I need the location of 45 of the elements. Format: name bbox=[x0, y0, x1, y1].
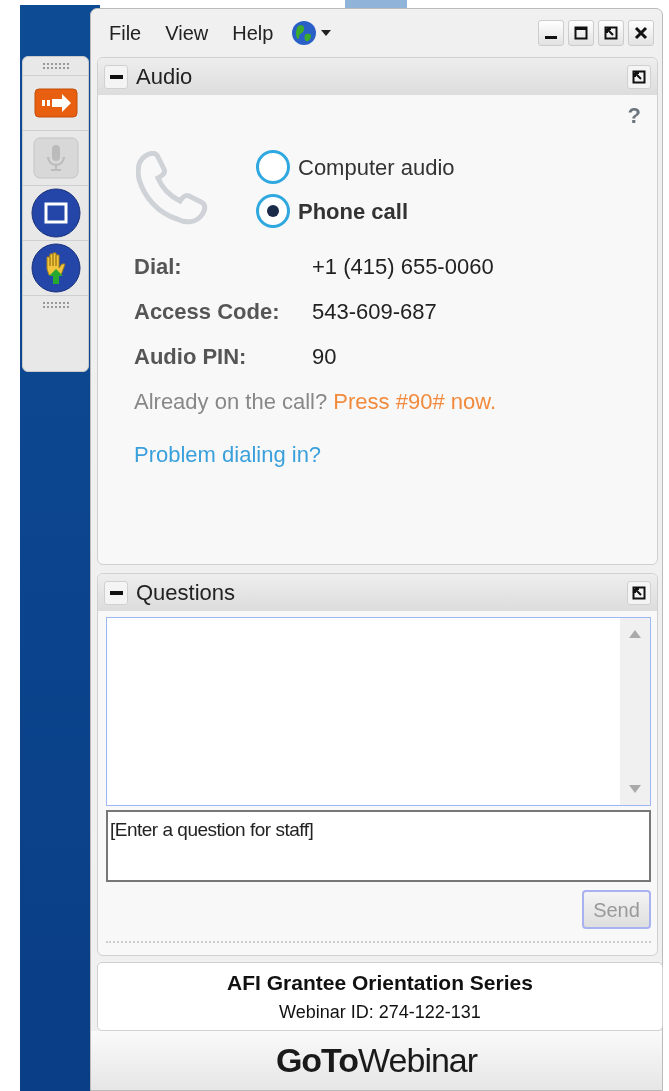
language-dropdown[interactable] bbox=[291, 20, 332, 46]
radio-button[interactable] bbox=[256, 194, 290, 228]
minimize-icon bbox=[545, 36, 557, 39]
popout-icon bbox=[632, 585, 646, 600]
maximize-button[interactable] bbox=[568, 20, 594, 46]
help-link[interactable]: ? bbox=[627, 99, 641, 132]
popout-icon bbox=[604, 26, 618, 40]
question-field[interactable]: [Enter a question for staff] bbox=[106, 810, 651, 882]
screen-icon bbox=[30, 188, 81, 238]
field-label: Dial: bbox=[134, 253, 183, 281]
minimize-button[interactable] bbox=[538, 20, 564, 46]
grip-handle[interactable] bbox=[42, 302, 69, 308]
call-prompt: Already on the call? bbox=[134, 389, 328, 414]
logo: GoToWebinar bbox=[275, 1040, 478, 1081]
field-value: +1 (415) 655-0060 bbox=[312, 253, 494, 281]
collapse-button[interactable] bbox=[104, 64, 128, 89]
close-button[interactable] bbox=[628, 20, 654, 46]
webinar-id: Webinar ID: 274-122-131 bbox=[278, 1000, 482, 1024]
field-value: 90 bbox=[312, 343, 337, 371]
popout-button[interactable] bbox=[627, 580, 651, 605]
menu-item[interactable]: View bbox=[165, 18, 209, 48]
menu-item[interactable]: Help bbox=[232, 18, 274, 48]
raise-hand-icon bbox=[30, 243, 81, 293]
popout-icon bbox=[632, 69, 646, 84]
field-label: Audio PIN: bbox=[134, 343, 248, 371]
audio-option[interactable]: Computer audio bbox=[256, 150, 455, 184]
call-instruction: Press #90# now. bbox=[333, 389, 497, 414]
audio-option[interactable]: Phone call bbox=[256, 194, 455, 228]
radio-button[interactable] bbox=[256, 150, 290, 184]
menu-item[interactable]: File bbox=[109, 18, 142, 48]
panel-title: Questions bbox=[136, 579, 236, 607]
close-icon bbox=[634, 26, 648, 40]
field-value: 543-609-687 bbox=[312, 298, 437, 326]
field-label: Access Code: bbox=[134, 298, 281, 326]
caret-icon bbox=[321, 30, 332, 36]
raise-hand-button[interactable] bbox=[28, 241, 83, 295]
panel-title: Audio bbox=[136, 63, 193, 91]
grip-handle[interactable] bbox=[42, 63, 69, 69]
popout-button[interactable] bbox=[598, 20, 624, 46]
popout-button[interactable] bbox=[627, 64, 651, 89]
maximize-icon bbox=[574, 26, 588, 40]
microphone-icon bbox=[32, 137, 79, 179]
screen-button[interactable] bbox=[28, 186, 83, 240]
webinar-title: AFI Grantee Orientation Series bbox=[226, 970, 534, 997]
collapse-button[interactable] bbox=[104, 580, 128, 605]
